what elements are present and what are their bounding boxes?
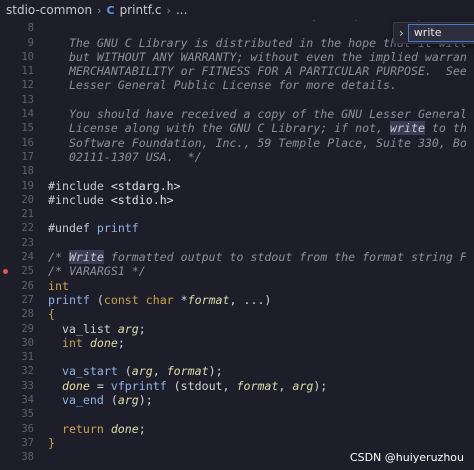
c-file-icon: C [106, 3, 115, 17]
code-line[interactable]: 32 va_start (arg, format); [0, 364, 474, 378]
line-number: 19 [21, 179, 34, 192]
code-line[interactable]: 30 int done; [0, 336, 474, 350]
code-line[interactable]: 15 License along with the GNU C Library;… [0, 121, 474, 136]
breadcrumb-file[interactable]: printf.c [120, 3, 162, 17]
watermark: CSDN @huiyeruzhou [349, 451, 464, 464]
search-match-highlight: write [390, 121, 425, 136]
code-text: MERCHANTABILITY or FITNESS FOR A PARTICU… [68, 64, 474, 79]
code-text: printf (const char *format, ...) [48, 292, 272, 307]
line-number: 14 [21, 108, 34, 121]
code-line[interactable]: 28 { [0, 307, 474, 321]
code-text: { [48, 307, 55, 322]
code-text: Software Foundation, Inc., 59 Temple Pla… [68, 135, 474, 150]
code-line[interactable]: 25 /* VARARGS1 */ [0, 264, 474, 278]
code-text: int [48, 278, 69, 293]
code-line[interactable]: 33 done = vfprintf (stdout, format, arg)… [0, 379, 474, 393]
line-number: 30 [21, 336, 34, 349]
line-number: 21 [21, 208, 34, 221]
code-line[interactable]: 35 [0, 407, 474, 421]
code-text: Lesser General Public License for more d… [48, 78, 398, 93]
line-number: 26 [21, 279, 34, 292]
code-line[interactable]: 27 printf (const char *format, ...) [0, 293, 474, 307]
code-text: va_start (arg, format); [48, 364, 223, 379]
line-number: 31 [21, 351, 34, 364]
find-widget: › write [393, 22, 474, 44]
line-number: 16 [21, 136, 34, 149]
line-number: 38 [21, 451, 34, 464]
chevron-right-icon: › [166, 3, 171, 17]
chevron-right-icon[interactable]: › [394, 26, 408, 40]
code-line[interactable]: 37} [0, 436, 474, 450]
code-text: 02111-1307 USA. */ [48, 149, 202, 164]
line-number: 13 [21, 93, 34, 106]
code-line[interactable]: 10 but WITHOUT ANY WARRANTY; without eve… [0, 50, 474, 64]
code-line[interactable]: 16 Software Foundation, Inc., 59 Temple … [0, 136, 474, 150]
line-number: 8 [27, 22, 34, 35]
line-number: 10 [21, 50, 34, 63]
breadcrumb-symbol[interactable]: ... [176, 3, 187, 17]
code-line[interactable]: 22 #undef printf [0, 221, 474, 235]
code-text: done = vfprintf (stdout, format, arg); [48, 378, 328, 393]
code-line[interactable]: 29 va_list arg; [0, 322, 474, 336]
code-line[interactable]: 12 Lesser General Public License for mor… [0, 78, 474, 92]
line-number: 11 [21, 65, 34, 78]
line-number: 18 [21, 165, 34, 178]
code-line[interactable]: 13 [0, 93, 474, 107]
code-line[interactable]: 17 02111-1307 USA. */ [0, 150, 474, 164]
line-number: 34 [21, 394, 34, 407]
code-text: return done; [48, 421, 146, 436]
editor-scrollbar[interactable] [466, 20, 474, 470]
line-number: 25 [21, 265, 34, 278]
code-line[interactable]: 20 #include <stdio.h> [0, 193, 474, 207]
code-text: License along with the GNU C Library; if… [48, 121, 474, 136]
code-line[interactable]: 24 /* Write formatted output to stdout fr… [0, 250, 474, 265]
line-number: 20 [21, 193, 34, 206]
line-number: 27 [21, 293, 34, 306]
line-number: 23 [21, 236, 34, 249]
code-text: int done; [48, 335, 125, 350]
code-text: /* VARARGS1 */ [48, 264, 146, 279]
line-number: 17 [21, 150, 34, 163]
code-line[interactable]: 26 int [0, 279, 474, 293]
code-text: /* Write formatted output to stdout from… [48, 250, 474, 265]
code-line[interactable]: 18 [0, 164, 474, 178]
search-match-highlight: Write [68, 250, 104, 265]
code-line[interactable]: 31 [0, 350, 474, 364]
line-number: 9 [27, 36, 34, 49]
find-input[interactable]: write [407, 24, 474, 42]
line-number: 24 [21, 251, 34, 264]
line-number: 37 [21, 436, 34, 449]
line-number: 33 [21, 379, 34, 392]
code-text: } [48, 435, 55, 450]
chevron-right-icon: › [97, 3, 102, 17]
line-number: 12 [21, 79, 34, 92]
code-text: va_end (arg); [48, 393, 153, 408]
line-number: 32 [21, 365, 34, 378]
code-text: #include <stdio.h> [48, 192, 174, 207]
code-text: but WITHOUT ANY WARRANTY; without even t… [48, 49, 474, 64]
line-number: 36 [21, 422, 34, 435]
code-text: va_list arg; [48, 321, 146, 336]
code-line[interactable]: 14 You should have received a copy of th… [0, 107, 474, 121]
line-number: 29 [21, 322, 34, 335]
code-text: #include <stdarg.h> [48, 178, 181, 193]
code-line[interactable]: 21 [0, 207, 474, 221]
breadcrumb-folder[interactable]: stdio-common [6, 3, 92, 17]
code-text: #undef printf [48, 221, 139, 236]
code-line[interactable]: 19 #include <stdarg.h> [0, 179, 474, 193]
code-text: You should have received a copy of the G… [48, 107, 474, 122]
code-line[interactable]: 23 [0, 236, 474, 250]
code-line[interactable]: 36 return done; [0, 422, 474, 436]
code-line[interactable]: 34 va_end (arg); [0, 393, 474, 407]
line-number: 35 [21, 408, 34, 421]
line-number: 28 [21, 308, 34, 321]
line-number: 15 [21, 122, 34, 135]
code-line[interactable]: 11 MERCHANTABILITY or FITNESS FOR A PART… [0, 64, 474, 78]
code-editor[interactable]: 7 version 2.1 of the License, or (at you… [0, 20, 474, 470]
line-number: 22 [21, 222, 34, 235]
breadcrumb: stdio-common › C printf.c › ... [0, 0, 474, 20]
